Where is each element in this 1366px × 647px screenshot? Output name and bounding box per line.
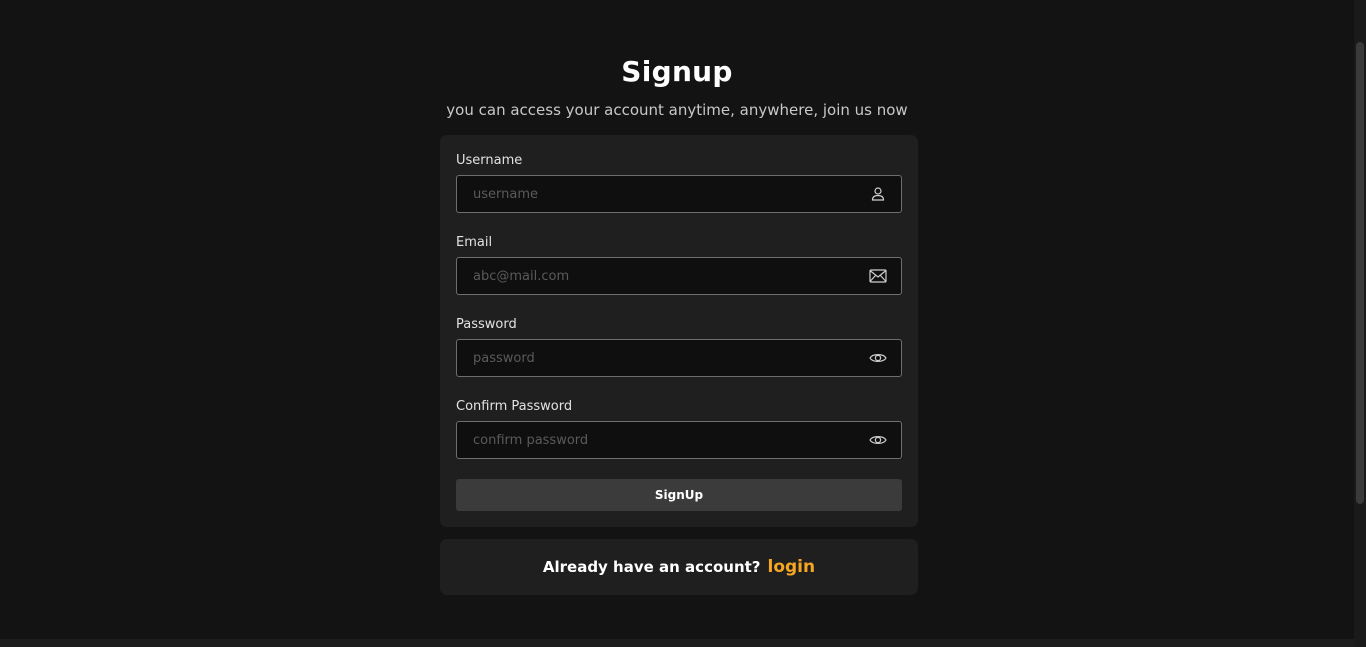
login-prompt-card: Already have an account? login <box>440 539 918 595</box>
confirm-password-input[interactable] <box>457 422 857 458</box>
username-input[interactable] <box>457 176 857 212</box>
scrollbar-thumb[interactable] <box>1356 42 1364 504</box>
email-input[interactable] <box>457 258 857 294</box>
username-label: Username <box>456 153 523 168</box>
password-input[interactable] <box>457 340 857 376</box>
signup-button[interactable]: SignUp <box>456 479 902 511</box>
confirm-password-field-wrapper <box>456 421 902 459</box>
vertical-scrollbar[interactable] <box>1354 0 1366 647</box>
mail-icon <box>869 267 887 285</box>
login-link[interactable]: login <box>768 557 816 577</box>
page-subtitle: you can access your account anytime, any… <box>446 101 908 119</box>
password-field-wrapper <box>456 339 902 377</box>
username-field-wrapper <box>456 175 902 213</box>
horizontal-scrollbar[interactable] <box>0 639 1354 647</box>
email-label: Email <box>456 235 493 250</box>
confirm-password-label: Confirm Password <box>456 399 573 414</box>
signup-page: Signup you can access your account anyti… <box>0 0 1366 647</box>
page-title: Signup <box>621 55 733 88</box>
signup-form-card: Username Email Password <box>440 135 918 527</box>
eye-icon[interactable] <box>869 431 887 449</box>
password-label: Password <box>456 317 517 332</box>
login-prompt-text: Already have an account? <box>542 558 761 576</box>
email-field-wrapper <box>456 257 902 295</box>
eye-icon[interactable] <box>869 349 887 367</box>
user-icon <box>869 185 887 203</box>
